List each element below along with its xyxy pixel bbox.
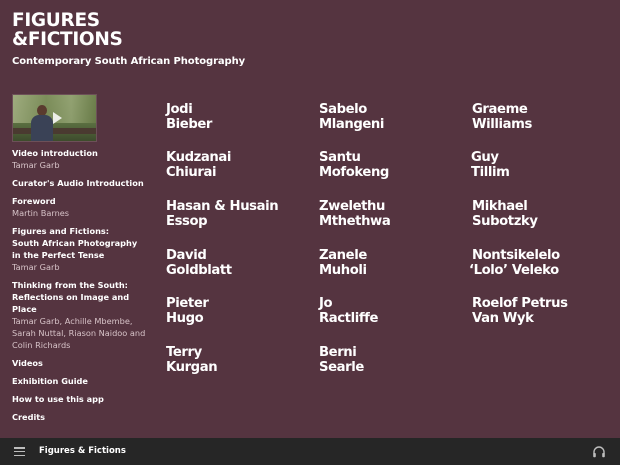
artist-first-name: Jo [319,296,333,311]
artist-last-name: Hugo [166,311,204,326]
menu-item-title-line: in the Perfect Tense [12,250,105,260]
artist-first-name: Zanele [319,248,367,263]
artist-link-hasan-husain-essop[interactable]: Hasan & Husain Essop [166,199,306,229]
artist-last-name: Williams [472,117,532,132]
artist-first-name: Hasan & Husain [166,199,279,214]
artist-last-name: Kurgan [166,360,218,375]
artist-first-name: David [166,248,207,263]
app-logo: FIGURES &FICTIONS [12,11,123,49]
artist-link-pieter-hugo[interactable]: Pieter Hugo [166,296,306,326]
bottom-toolbar: Figures & Fictions [0,438,620,465]
menu-item-author: Tamar Garb [12,262,60,272]
menu-item-foreword[interactable]: Foreword Martin Barnes [12,195,152,219]
artist-grid: Jodi Bieber Sabelo Mlangeni Graeme Willi… [166,102,616,392]
artist-last-name: ‘Lolo’ Veleko [469,263,559,278]
artist-last-name: Mlangeni [319,117,385,132]
headphones-icon[interactable] [592,445,606,458]
menu-item-figures-and-fictions-essay[interactable]: Figures and Fictions: South African Phot… [12,225,152,273]
hamburger-line [14,454,25,456]
menu-item-title: Exhibition Guide [12,376,88,386]
artist-link-jo-ractliffe[interactable]: Jo Ractliffe [319,296,459,326]
artist-first-name: Zwelethu [319,199,386,214]
artist-link-jodi-bieber[interactable]: Jodi Bieber [166,102,306,132]
menu-item-title-line: South African Photography [12,238,138,248]
menu-item-videos[interactable]: Videos [12,357,152,369]
artist-link-mikhael-subotzky[interactable]: Mikhael Subotzky [472,199,612,229]
artist-last-name: Van Wyk [472,311,534,326]
menu-item-title: How to use this app [12,394,104,404]
hamburger-line [14,450,25,453]
artist-last-name: Essop [166,214,208,229]
artist-link-terry-kurgan[interactable]: Terry Kurgan [166,345,306,375]
artist-last-name: Muholi [319,263,367,278]
artist-first-name: Nontsikelelo [472,248,560,263]
app-subtitle: Contemporary South African Photography [12,56,246,67]
artist-link-santu-mofokeng[interactable]: Santu Mofokeng [319,150,459,180]
artist-last-name: Chiurai [166,165,217,180]
play-icon[interactable] [53,112,62,124]
artist-last-name: Mthethwa [319,214,391,229]
artist-last-name: Goldblatt [166,263,232,278]
hamburger-line [14,447,25,449]
menu-item-audio-introduction[interactable]: Curator's Audio Introduction [12,177,152,189]
menu-item-title-line: Reflections on Image and Place [12,292,130,314]
artist-first-name: Guy [471,150,499,165]
menu-item-exhibition-guide[interactable]: Exhibition Guide [12,375,152,387]
artist-last-name: Ractliffe [319,311,379,326]
menu-item-author-line: Sarah Nuttal, Riason Naidoo and [12,328,146,338]
menu-item-how-to-use[interactable]: How to use this app [12,393,152,405]
contents-menu: Video introduction Tamar Garb Curator's … [12,147,152,429]
artist-first-name: Sabelo [319,102,367,117]
hamburger-icon[interactable] [14,447,25,456]
menu-item-author: Tamar Garb [12,160,60,170]
menu-item-author: Martin Barnes [12,208,70,218]
menu-item-thinking-from-the-south[interactable]: Thinking from the South: Reflections on … [12,279,152,351]
artist-link-sabelo-mlangeni[interactable]: Sabelo Mlangeni [319,102,459,132]
artist-last-name: Bieber [166,117,213,132]
logo-line-1: FIGURES [12,10,100,31]
toolbar-title: Figures & Fictions [39,446,126,456]
menu-item-author-line: Colin Richards [12,340,71,350]
artist-last-name: Subotzky [472,214,538,229]
artist-first-name: Pieter [166,296,209,311]
artist-first-name: Jodi [166,102,193,117]
artist-first-name: Roelof Petrus [472,296,568,311]
menu-item-credits[interactable]: Credits [12,411,152,423]
artist-link-kudzanai-chiurai[interactable]: Kudzanai Chiurai [166,150,306,180]
video-thumbnail[interactable] [12,94,97,142]
menu-item-title: Foreword [12,196,56,206]
artist-link-zanele-muholi[interactable]: Zanele Muholi [319,248,459,278]
artist-last-name: Tillim [471,165,510,180]
artist-first-name: Santu [319,150,361,165]
artist-first-name: Graeme [472,102,528,117]
menu-item-title: Video introduction [12,148,98,158]
menu-item-author-line: Tamar Garb, Achille Mbembe, [12,316,133,326]
artist-link-berni-searle[interactable]: Berni Searle [319,345,459,375]
artist-first-name: Terry [166,345,202,360]
artist-link-zwelethu-mthethwa[interactable]: Zwelethu Mthethwa [319,199,459,229]
artist-link-graeme-williams[interactable]: Graeme Williams [472,102,612,132]
menu-item-title: Curator's Audio Introduction [12,178,144,188]
video-bench [13,128,96,134]
video-person [31,105,53,141]
artist-link-david-goldblatt[interactable]: David Goldblatt [166,248,306,278]
artist-last-name: Searle [319,360,364,375]
artist-last-name: Mofokeng [319,165,389,180]
artist-link-nontsikelelo-veleko[interactable]: Nontsikelelo ‘Lolo’ Veleko [469,248,609,278]
menu-item-title: Credits [12,412,46,422]
menu-item-video-introduction[interactable]: Video introduction Tamar Garb [12,147,152,171]
logo-line-2: &FICTIONS [12,29,123,50]
menu-item-title-line: Thinking from the South: [12,280,128,290]
artist-link-guy-tillim[interactable]: Guy Tillim [471,150,611,180]
artist-first-name: Mikhael [472,199,528,214]
artist-first-name: Kudzanai [166,150,231,165]
artist-link-roelof-petrus-van-wyk[interactable]: Roelof Petrus Van Wyk [472,296,612,326]
menu-item-title-line: Figures and Fictions: [12,226,110,236]
menu-item-title: Videos [12,358,43,368]
artist-first-name: Berni [319,345,357,360]
person-torso [31,115,53,141]
